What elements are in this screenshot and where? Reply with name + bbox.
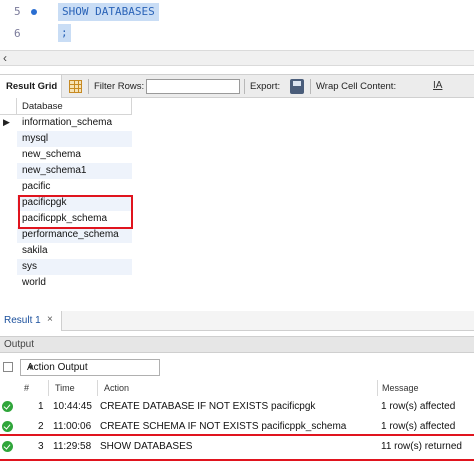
table-row[interactable]: world bbox=[0, 275, 132, 291]
current-row-icon: ▶ bbox=[3, 117, 10, 127]
toolbar-divider bbox=[88, 79, 89, 94]
highlight-line bbox=[376, 434, 474, 436]
editor-line[interactable]: 5 SHOW DATABASES bbox=[0, 2, 474, 22]
output-row[interactable]: 3 11:29:58 SHOW DATABASES 11 row(s) retu… bbox=[0, 437, 474, 457]
table-row[interactable]: new_schema1 bbox=[0, 163, 132, 179]
table-row[interactable]: performance_schema bbox=[0, 227, 132, 243]
table-cell[interactable]: pacific bbox=[22, 181, 50, 192]
sql-editor[interactable]: 5 SHOW DATABASES 6 ; bbox=[0, 0, 474, 48]
editor-horizontal-scrollbar[interactable]: ‹ bbox=[0, 50, 474, 66]
table-cell[interactable]: new_schema bbox=[22, 149, 81, 160]
output-panel-header: Output bbox=[0, 336, 474, 353]
column-divider[interactable] bbox=[48, 380, 49, 396]
toolbar-divider bbox=[310, 79, 311, 94]
column-divider[interactable] bbox=[131, 98, 132, 115]
row-header[interactable]: ▶ bbox=[0, 115, 17, 131]
table-cell[interactable]: sys bbox=[22, 261, 37, 272]
row-action: CREATE SCHEMA IF NOT EXISTS pacificppk_s… bbox=[100, 421, 347, 432]
filter-rows-input[interactable] bbox=[146, 79, 240, 94]
highlight-box bbox=[18, 195, 133, 229]
table-cell[interactable]: world bbox=[22, 277, 46, 288]
table-row[interactable]: sys bbox=[0, 259, 132, 275]
table-row[interactable]: ▶ information_schema bbox=[0, 115, 132, 131]
success-check-icon bbox=[2, 421, 13, 432]
row-num: 3 bbox=[38, 441, 44, 452]
row-header[interactable] bbox=[0, 227, 17, 243]
row-header[interactable] bbox=[0, 275, 17, 291]
tab-result-1[interactable]: Result 1 × bbox=[0, 311, 62, 331]
editor-code[interactable]: ; bbox=[58, 24, 71, 42]
row-header[interactable] bbox=[0, 131, 17, 147]
row-num: 1 bbox=[38, 401, 44, 412]
table-row[interactable]: pacific bbox=[0, 179, 132, 195]
table-row[interactable]: new_schema bbox=[0, 147, 132, 163]
column-header-action[interactable]: Action bbox=[104, 383, 129, 393]
grid-view-icon[interactable] bbox=[69, 80, 82, 93]
result-grid-tab[interactable]: Result Grid bbox=[0, 75, 62, 98]
row-header[interactable] bbox=[0, 147, 17, 163]
line-number: 5 bbox=[14, 5, 21, 18]
row-header[interactable] bbox=[0, 163, 17, 179]
column-divider[interactable] bbox=[377, 380, 378, 396]
wrap-cell-icon[interactable]: IA bbox=[433, 80, 442, 91]
table-row[interactable]: sakila bbox=[0, 243, 132, 259]
export-icon[interactable] bbox=[290, 79, 304, 94]
highlight-line bbox=[0, 459, 474, 461]
toolbar-divider bbox=[244, 79, 245, 94]
statement-marker-icon bbox=[31, 9, 37, 15]
output-title: Output bbox=[4, 339, 35, 350]
output-type-select[interactable]: Action Output ▼ bbox=[20, 359, 160, 376]
column-divider[interactable] bbox=[97, 380, 98, 396]
chevron-down-icon: ▼ bbox=[27, 363, 35, 372]
row-header[interactable] bbox=[0, 211, 17, 227]
column-header-message[interactable]: Message bbox=[382, 383, 419, 393]
output-header-row: # Time Action Message bbox=[0, 380, 474, 396]
row-message: 11 row(s) returned bbox=[381, 441, 462, 452]
editor-code[interactable]: SHOW DATABASES bbox=[58, 3, 159, 21]
row-time: 11:29:58 bbox=[53, 441, 92, 452]
row-header[interactable] bbox=[0, 259, 17, 275]
row-action: SHOW DATABASES bbox=[100, 441, 193, 452]
wrap-cell-label: Wrap Cell Content: bbox=[316, 81, 397, 92]
row-action: CREATE DATABASE IF NOT EXISTS pacificpgk bbox=[100, 401, 316, 412]
output-row[interactable]: 1 10:44:45 CREATE DATABASE IF NOT EXISTS… bbox=[0, 397, 474, 417]
row-header[interactable] bbox=[0, 243, 17, 259]
row-time: 10:44:45 bbox=[53, 401, 92, 412]
row-message: 1 row(s) affected bbox=[381, 401, 456, 412]
editor-line[interactable]: 6 ; bbox=[0, 24, 474, 44]
tab-label: Result 1 bbox=[4, 315, 41, 326]
result-tab-bar: Result 1 × bbox=[0, 311, 474, 331]
highlight-line bbox=[0, 434, 376, 436]
row-header[interactable] bbox=[0, 195, 17, 211]
success-check-icon bbox=[2, 441, 13, 452]
table-cell[interactable]: information_schema bbox=[22, 117, 112, 128]
table-cell[interactable]: sakila bbox=[22, 245, 48, 256]
scroll-left-icon[interactable]: ‹ bbox=[3, 51, 7, 65]
table-cell[interactable]: new_schema1 bbox=[22, 165, 86, 176]
table-cell[interactable]: performance_schema bbox=[22, 229, 119, 240]
success-check-icon bbox=[2, 401, 13, 412]
export-label: Export: bbox=[250, 81, 281, 92]
table-cell[interactable]: mysql bbox=[22, 133, 48, 144]
filter-rows-label: Filter Rows: bbox=[94, 81, 145, 92]
line-number: 6 bbox=[14, 27, 21, 40]
result-toolbar: Result Grid Filter Rows: Export: Wrap Ce… bbox=[0, 74, 474, 98]
result-grid-label: Result Grid bbox=[6, 81, 58, 92]
column-header-database[interactable]: Database bbox=[22, 101, 63, 112]
close-icon[interactable]: × bbox=[47, 314, 53, 325]
row-header[interactable] bbox=[0, 179, 17, 195]
row-num: 2 bbox=[38, 421, 44, 432]
row-header-column bbox=[0, 98, 17, 115]
column-header-num[interactable]: # bbox=[24, 383, 29, 393]
row-time: 11:00:06 bbox=[53, 421, 92, 432]
column-header-time[interactable]: Time bbox=[55, 383, 75, 393]
output-checkbox[interactable] bbox=[3, 362, 13, 372]
table-row[interactable]: mysql bbox=[0, 131, 132, 147]
grid-header: Database bbox=[0, 98, 132, 115]
row-message: 1 row(s) affected bbox=[381, 421, 456, 432]
